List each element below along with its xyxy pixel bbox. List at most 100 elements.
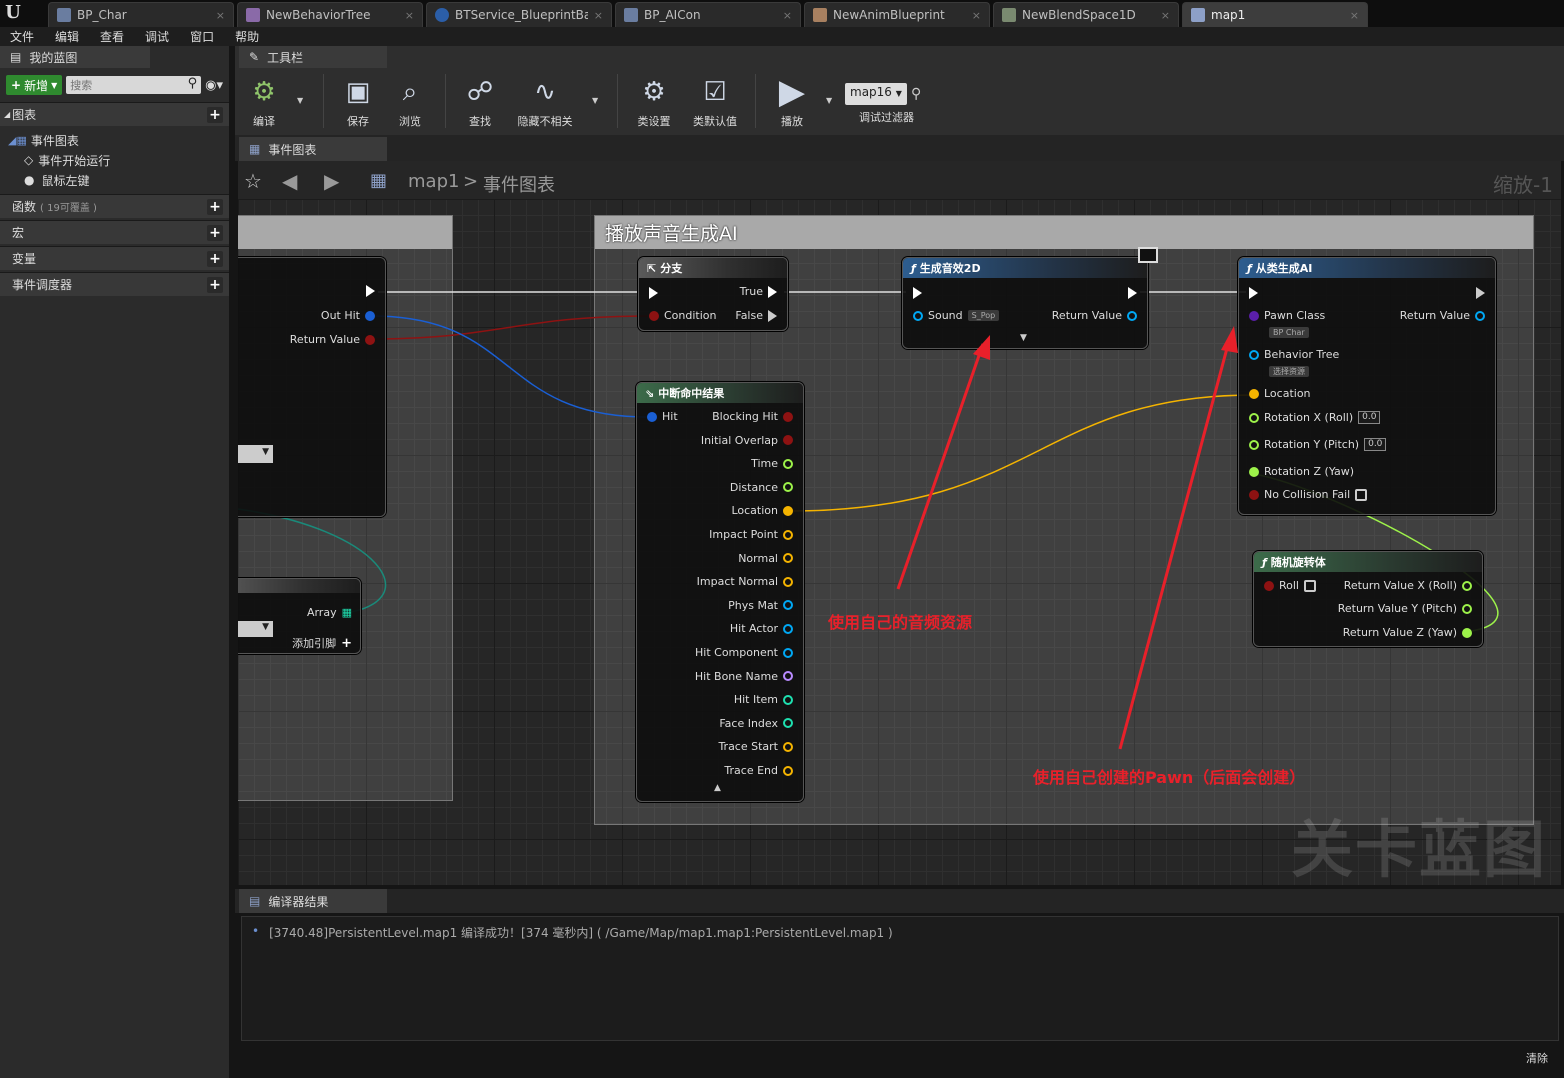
search-input[interactable]: ⚲ (66, 76, 202, 94)
magnifier-icon: ⌕ (402, 76, 418, 107)
compiler-results-tab[interactable]: ▤ 编译器结果 (239, 889, 387, 913)
behavior-tree-icon (246, 8, 260, 22)
graph-tab-bar: ▦ 事件图表 (235, 135, 1564, 161)
close-icon[interactable]: × (1161, 9, 1170, 22)
document-tab-bar: U BP_Char × NewBehaviorTree × BTService_Bl… (0, 0, 1564, 27)
variables-category[interactable]: 变量 + (0, 246, 229, 270)
log-message[interactable]: [3740.48]PersistentLevel.map1 编译成功！[374 … (269, 924, 893, 941)
collapse-arrow-icon: ◢ (4, 110, 11, 119)
class-settings-icon: ⚙ (642, 77, 666, 107)
level-blueprint-icon (1191, 8, 1205, 22)
menu-file[interactable]: 文件 (10, 28, 34, 45)
macros-category[interactable]: 宏 + (0, 220, 229, 244)
toolbar-panel: ✎ 工具栏 ⚙ 编译 ▼ ▣ 保存 ⌕ 浏览 ☍ 查找 ∿ 隐藏不相关 ▼ ⚙ 类设置 ☑ 类默… (235, 46, 1564, 135)
red-arrowhead (1221, 326, 1238, 353)
tab-behavior-tree[interactable]: NewBehaviorTree × (237, 2, 423, 27)
debug-search-icon[interactable]: ⚲ (911, 86, 921, 102)
debug-filter-label: 调试过滤器 (859, 111, 914, 124)
menu-view[interactable]: 查看 (100, 28, 124, 45)
close-icon[interactable]: × (783, 9, 792, 22)
binoculars-icon: ☍ (466, 77, 494, 107)
pawn-annotation: 使用自己创建的Pawn（后面会创建） (1033, 768, 1306, 787)
toolbar-tab[interactable]: ✎ 工具栏 (239, 46, 387, 68)
add-macro-button[interactable]: + (207, 225, 223, 241)
add-variable-button[interactable]: + (207, 251, 223, 267)
add-dispatcher-button[interactable]: + (207, 277, 223, 293)
tab-bp-char[interactable]: BP_Char × (48, 2, 234, 27)
breadcrumb-root[interactable]: map1 (408, 171, 459, 192)
tab-blendspace[interactable]: NewBlendSpace1D × (993, 2, 1179, 27)
compiler-log: • [3740.48]PersistentLevel.map1 编译成功！[374… (241, 916, 1559, 1041)
tab-btservice[interactable]: BTService_BlueprintBase_× (426, 2, 612, 27)
bullet-icon: • (252, 924, 260, 938)
find-button[interactable]: ☍ 查找 (455, 74, 505, 129)
save-icon: ▣ (345, 77, 371, 107)
menu-debug[interactable]: 调试 (145, 28, 169, 45)
close-icon[interactable]: × (1350, 9, 1359, 22)
close-icon[interactable]: × (405, 9, 414, 22)
my-blueprint-tab[interactable]: ▤ 我的蓝图 (0, 46, 150, 68)
breadcrumb-separator: > (463, 171, 479, 192)
menu-help[interactable]: 帮助 (235, 28, 259, 45)
hide-unrelated-button[interactable]: ∿ 隐藏不相关 (510, 74, 580, 129)
zoom-level: 缩放-1 (1493, 173, 1553, 197)
graph-icon: ▦ (370, 170, 388, 191)
blueprint-icon (57, 8, 71, 22)
clear-button[interactable]: 清除 (1526, 1050, 1548, 1066)
event-graph-tab[interactable]: ▦ 事件图表 (239, 137, 387, 161)
close-icon[interactable]: × (216, 9, 225, 22)
favorite-star-icon[interactable]: ☆ (244, 169, 262, 193)
back-arrow-icon[interactable]: ◀ (282, 169, 297, 193)
play-button[interactable]: ▶ 播放 (767, 72, 817, 129)
tab-anim-blueprint[interactable]: NewAnimBlueprint × (804, 2, 990, 27)
compile-gear-icon: ⚙ (252, 77, 276, 107)
chevron-down-icon: ▼ (51, 80, 58, 90)
red-arrow (1118, 336, 1232, 750)
eye-icon[interactable]: ◉▾ (205, 78, 223, 93)
unreal-logo-icon: U (5, 2, 21, 23)
graph-canvas[interactable]: 播放声音生成AI Out Hit Return Value ▼ Array ▦ ▼… (238, 199, 1561, 885)
save-button[interactable]: ▣ 保存 (333, 74, 383, 129)
compile-options-chevron-icon[interactable]: ▼ (297, 96, 303, 105)
chevron-down-icon: ▼ (895, 89, 902, 98)
hide-options-chevron-icon[interactable]: ▼ (592, 96, 598, 105)
red-arrow (896, 343, 985, 590)
functions-category[interactable]: 函数( 19可覆盖 ) + (0, 194, 229, 218)
class-defaults-button[interactable]: ☑ 类默认值 (687, 74, 743, 129)
compiler-icon: ▤ (249, 894, 261, 908)
close-icon[interactable]: × (972, 9, 981, 22)
tab-bp-aicon[interactable]: BP_AICon × (615, 2, 801, 27)
event-begin-play-item[interactable]: ◇ 事件开始运行 (8, 150, 229, 170)
graphs-category[interactable]: ◢ 图表 + (0, 102, 229, 126)
anim-blueprint-icon (813, 8, 827, 22)
red-arrowhead (973, 335, 990, 360)
add-new-button[interactable]: + 新增 ▼ (6, 75, 63, 95)
wrench-icon: ✎ (249, 50, 260, 64)
event-icon: ◇ (24, 153, 34, 167)
menu-edit[interactable]: 编辑 (55, 28, 79, 45)
service-icon (435, 8, 449, 22)
class-defaults-icon: ☑ (703, 77, 727, 107)
add-function-button[interactable]: + (207, 199, 223, 215)
tab-map1[interactable]: map1 × (1182, 2, 1368, 27)
debug-object-select[interactable]: map16 ▼ (845, 83, 907, 105)
compile-button[interactable]: ⚙ 编译 (239, 74, 289, 129)
add-graph-button[interactable]: + (207, 107, 223, 123)
dispatchers-category[interactable]: 事件调度器 + (0, 272, 229, 296)
compiler-results-tabbar: ▤ 编译器结果 (235, 889, 1564, 913)
event-graph-item[interactable]: ◢▦ 事件图表 (8, 130, 229, 150)
blueprint-icon (624, 8, 638, 22)
menu-bar: 文件 编辑 查看 调试 窗口 帮助 (0, 27, 1564, 46)
menu-window[interactable]: 窗口 (190, 28, 214, 45)
blendspace-icon (1002, 8, 1016, 22)
book-icon: ▤ (10, 50, 22, 64)
mouse-icon: ● (24, 173, 35, 187)
search-field[interactable] (66, 76, 202, 94)
graph-icon: ◢▦ (8, 133, 27, 147)
browse-button[interactable]: ⌕ 浏览 (385, 74, 435, 129)
class-settings-button[interactable]: ⚙ 类设置 (629, 74, 679, 129)
close-icon[interactable]: × (594, 9, 603, 22)
forward-arrow-icon[interactable]: ▶ (324, 169, 339, 193)
play-options-chevron-icon[interactable]: ▼ (826, 96, 832, 105)
left-mouse-button-item[interactable]: ● 鼠标左键 (8, 170, 229, 190)
